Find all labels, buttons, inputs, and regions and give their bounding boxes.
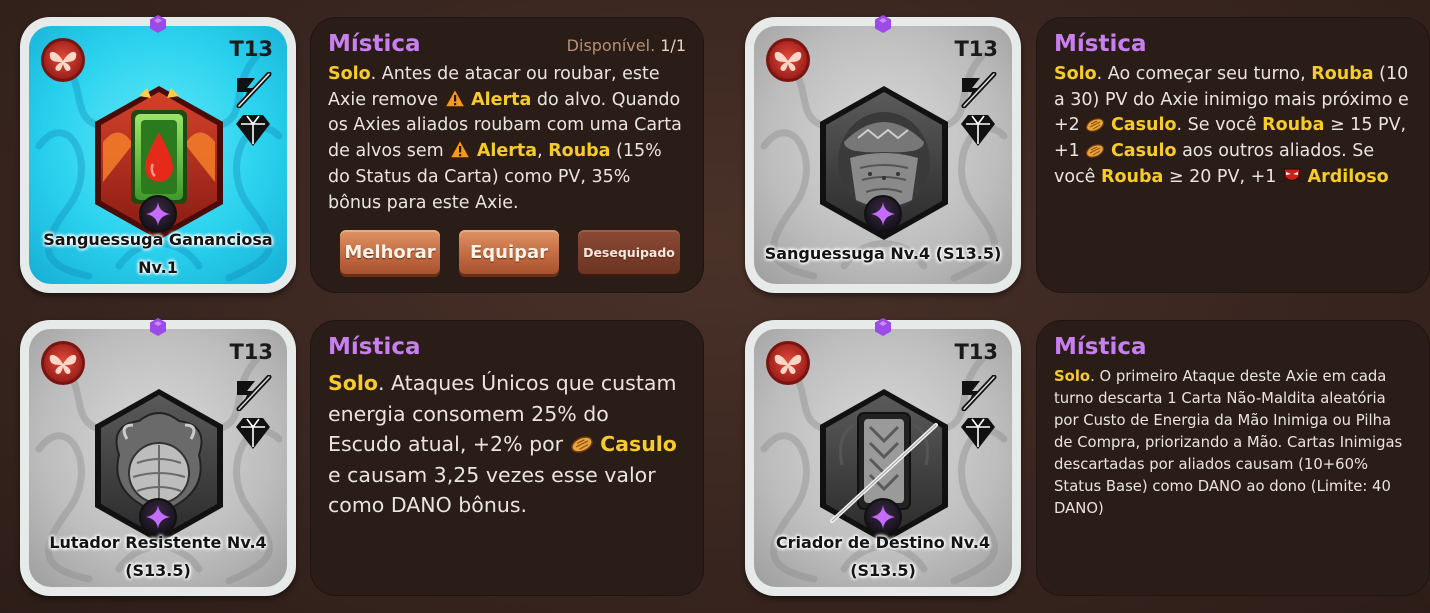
keyword-alerta: Alerta xyxy=(476,141,538,162)
no-energy-icon xyxy=(236,375,272,411)
diamond-gem-icon xyxy=(961,115,995,146)
availability-count: 1/1 xyxy=(660,36,686,55)
card-name-line2: Nv.1 xyxy=(138,258,178,277)
keyword-rouba: Rouba xyxy=(1311,64,1374,84)
keyword-casulo: Casulo xyxy=(600,432,677,456)
keyword-rouba: Rouba xyxy=(548,141,611,162)
alert-warning-icon xyxy=(449,139,472,159)
keyword-solo: Solo xyxy=(328,371,378,395)
keyword-alerta: Alerta xyxy=(471,89,532,110)
card-description-text: Solo. Ataques Únicos que custam energia … xyxy=(328,368,686,521)
card-frame: T13 Sanguessuga Gananciosa Nv.1 xyxy=(29,26,287,284)
rarity-label: Mística xyxy=(1054,31,1147,57)
card-name: Lutador Resistente Nv.4 (S13.5) xyxy=(29,529,287,585)
rarity-label: Mística xyxy=(328,31,421,57)
card-description-panel-3: Mística Solo. Ataques Únicos que custam … xyxy=(310,320,704,596)
card-frame: T13 Lutador Resistente Nv.4 (S13.5) xyxy=(29,329,287,587)
tier-label: T13 xyxy=(229,37,273,61)
cocoon-icon xyxy=(1086,144,1105,158)
desc-text-segment: . Ao começar seu turno, xyxy=(1096,64,1312,84)
butterfly-badge-icon xyxy=(766,341,810,385)
tier-label: T13 xyxy=(954,340,998,364)
card-name: Criador de Destino Nv.4 (S13.5) xyxy=(754,529,1012,585)
card-tile-3[interactable]: T13 Lutador Resistente Nv.4 (S13.5) xyxy=(20,318,296,596)
keyword-rouba: Rouba xyxy=(1101,166,1164,187)
purple-gem-icon xyxy=(875,15,891,33)
purple-gem-icon xyxy=(875,318,891,336)
cunning-mask-icon xyxy=(1283,168,1301,181)
card-name-line2: (S13.5) xyxy=(125,561,191,580)
card-description-panel-1: Mística Disponível. 1/1 Solo. Antes de a… xyxy=(310,17,704,293)
tier-label: T13 xyxy=(229,340,273,364)
card-frame: T13 Criador de Destino Nv.4 (S13.5) xyxy=(754,329,1012,587)
cocoon-icon xyxy=(1086,118,1105,133)
purple-gem-icon xyxy=(150,318,166,336)
desc-text-segment: ≥ 20 PV, +1 xyxy=(1163,166,1282,187)
unequip-button[interactable]: Desequipado xyxy=(578,230,680,274)
card-name: Sanguessuga Gananciosa Nv.1 xyxy=(29,226,287,282)
card-tile-4[interactable]: T13 Criador de Destino Nv.4 (S13.5) xyxy=(745,318,1021,596)
cocoon-icon xyxy=(570,436,593,453)
card-frame: T13 Sanguessuga Nv.4 (S13.5) xyxy=(754,26,1012,284)
card-name-line1: Criador de Destino Nv.4 xyxy=(775,533,991,552)
purple-gem-icon xyxy=(150,15,166,33)
availability-label: Disponível. 1/1 xyxy=(567,36,686,55)
card-name-line1: Sanguessuga Gananciosa xyxy=(43,230,273,249)
keyword-casulo: Casulo xyxy=(1110,141,1177,162)
alert-warning-icon xyxy=(443,87,466,108)
keyword-solo: Solo xyxy=(1054,64,1097,84)
card-name-line2: (S13.5) xyxy=(850,561,916,580)
card-name: Sanguessuga Nv.4 (S13.5) xyxy=(754,240,1012,268)
no-energy-icon xyxy=(961,375,997,411)
diamond-gem-icon xyxy=(236,115,270,146)
rarity-label: Mística xyxy=(1054,334,1147,360)
no-energy-icon xyxy=(236,72,272,108)
card-tile-2[interactable]: T13 Sanguessuga Nv.4 (S13.5) xyxy=(745,15,1021,293)
card-description-panel-2: Mística Solo. Ao começar seu turno, Roub… xyxy=(1036,17,1430,293)
diamond-gem-icon xyxy=(961,418,995,449)
rarity-label: Mística xyxy=(328,334,421,360)
keyword-solo: Solo xyxy=(1054,368,1091,385)
butterfly-badge-icon xyxy=(766,38,810,82)
keyword-rouba: Rouba xyxy=(1262,115,1325,136)
card-description-panel-4: Mística Solo. O primeiro Ataque deste Ax… xyxy=(1036,320,1430,596)
plus-orb-icon xyxy=(864,195,902,233)
card-description-text: Solo. Ao começar seu turno, Rouba (10 a … xyxy=(1054,62,1412,191)
card-description-text: Solo. Antes de atacar ou roubar, este Ax… xyxy=(328,62,686,216)
equip-button[interactable]: Equipar xyxy=(459,230,559,274)
butterfly-badge-icon xyxy=(41,341,85,385)
tier-label: T13 xyxy=(954,37,998,61)
card-action-buttons: Melhorar Equipar Desequipado xyxy=(340,230,680,274)
no-energy-icon xyxy=(961,72,997,108)
keyword-ardiloso: Ardiloso xyxy=(1307,166,1389,187)
desc-text-segment: . Se você xyxy=(1176,115,1263,136)
diamond-gem-icon xyxy=(236,418,270,449)
card-description-text: Solo. O primeiro Ataque deste Axie em ca… xyxy=(1054,366,1412,520)
butterfly-badge-icon xyxy=(41,38,85,82)
keyword-solo: Solo xyxy=(328,64,371,84)
card-name-line1: Sanguessuga Nv.4 (S13.5) xyxy=(764,244,1002,263)
upgrade-button[interactable]: Melhorar xyxy=(340,230,440,274)
card-tile-1[interactable]: T13 Sanguessuga Gananciosa Nv.1 xyxy=(20,15,296,293)
keyword-casulo: Casulo xyxy=(1110,115,1177,136)
desc-text-segment: . O primeiro Ataque deste Axie em cada t… xyxy=(1054,368,1403,517)
availability-text: Disponível. xyxy=(566,36,656,55)
desc-text-segment: , xyxy=(537,141,549,162)
desc-text-segment: e causam 3,25 vezes esse valor como DANO… xyxy=(328,462,656,518)
card-name-line1: Lutador Resistente Nv.4 xyxy=(49,533,267,552)
